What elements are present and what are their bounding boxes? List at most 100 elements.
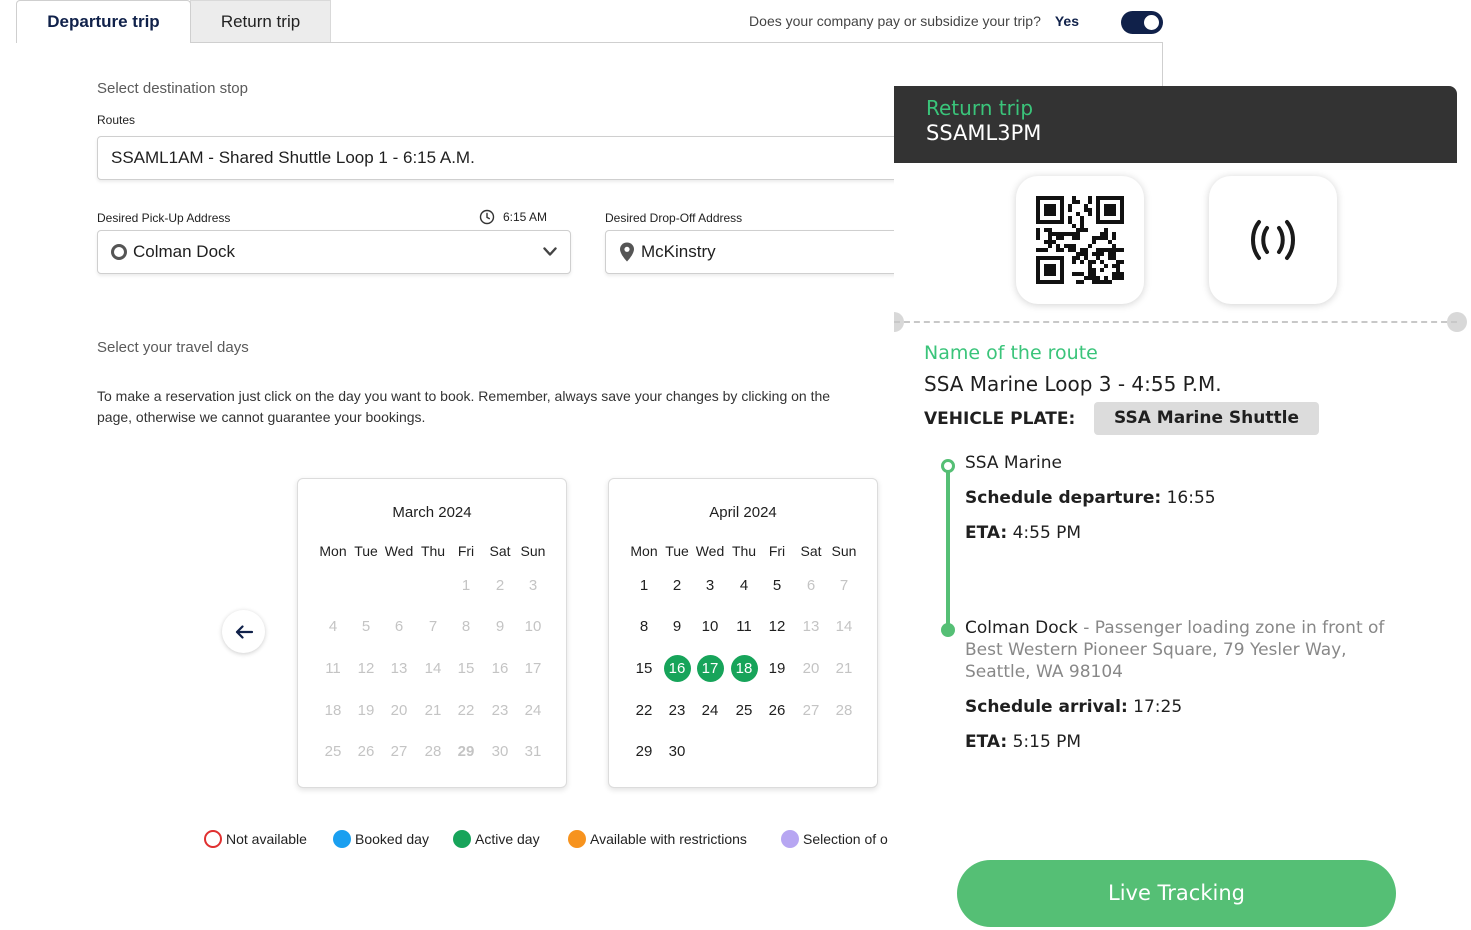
origin-eta: ETA: 4:55 PM — [965, 523, 1081, 543]
calendar-day[interactable]: 15 — [627, 656, 661, 682]
calendar-day[interactable]: 9 — [660, 614, 694, 640]
calendar-day[interactable]: 26 — [760, 698, 794, 724]
calendar-day: 13 — [390, 660, 408, 677]
chevron-down-icon[interactable] — [543, 247, 557, 257]
legend-label: Active day — [475, 831, 540, 847]
nfc-button[interactable] — [1209, 176, 1337, 304]
tab-return-trip[interactable]: Return trip — [190, 0, 331, 43]
calendar-april: April 2024 Mon Tue Wed Thu Fri Sat Sun 1 2 3 4 5 6 7 8… — [608, 478, 878, 788]
schedule-departure: Schedule departure: 16:55 — [965, 488, 1216, 508]
calendar-day[interactable]: 12 — [760, 614, 794, 640]
calendar-day: 9 — [495, 618, 505, 635]
vehicle-plate-label: VEHICLE PLATE: — [924, 409, 1076, 429]
calendar-day[interactable]: 5 — [760, 573, 794, 599]
routes-label: Routes — [97, 113, 136, 127]
ticket-route-code: SSAML3PM — [926, 121, 1042, 145]
legend-item: Selection of o — [781, 830, 888, 848]
destination-eta: ETA: 5:15 PM — [965, 732, 1081, 752]
origin-stop-name: SSA Marine — [965, 453, 1062, 473]
calendar-day: 20 — [390, 702, 408, 719]
calendar-day: 16 — [491, 660, 509, 677]
calendar-day[interactable]: 8 — [627, 614, 661, 640]
timeline-start-dot — [941, 459, 955, 473]
tab-departure-trip[interactable]: Departure trip — [16, 0, 191, 43]
calendar-day[interactable]: 25 — [727, 698, 761, 724]
route-select[interactable]: SSAML1AM - Shared Shuttle Loop 1 - 6:15 … — [97, 136, 917, 180]
calendar-day[interactable]: 30 — [660, 739, 694, 765]
calendar-day: 7 — [428, 618, 438, 635]
calendar-day[interactable]: 11 — [727, 614, 761, 640]
arrow-left-icon — [235, 624, 253, 639]
destination-desc-3: Seattle, WA 98104 — [965, 662, 1123, 682]
route-value: SSAML1AM - Shared Shuttle Loop 1 - 6:15 … — [111, 148, 475, 167]
live-tracking-button[interactable]: Live Tracking — [957, 860, 1396, 927]
calendar-day: 5 — [361, 618, 371, 635]
previous-month-button[interactable] — [222, 610, 265, 653]
calendar-day: 2 — [495, 577, 505, 594]
qr-code-icon — [1036, 196, 1124, 284]
toggle-knob — [1144, 15, 1159, 30]
route-name: SSA Marine Loop 3 - 4:55 P.M. — [924, 372, 1222, 396]
subsidy-toggle[interactable] — [1121, 11, 1163, 34]
calendar-day: 14 — [424, 660, 442, 677]
legend-item: Available with restrictions — [568, 830, 747, 848]
legend-dot — [781, 830, 799, 848]
legend-label: Booked day — [355, 831, 429, 847]
calendar-day: 28 — [835, 702, 853, 719]
destination-stop: Colman Dock - Passenger loading zone in … — [965, 617, 1384, 683]
schedule-arrival: Schedule arrival: 17:25 — [965, 697, 1182, 717]
calendar-day[interactable]: 1 — [627, 573, 661, 599]
calendar-days: 1 2 3 4 5 6 7 8 9 10 11 12 13 14 15 16 17 18 19 20 21 22 23 24 2… — [609, 479, 877, 787]
legend-label: Available with restrictions — [590, 831, 747, 847]
pickup-address-select[interactable]: Colman Dock — [97, 230, 571, 274]
calendar-day: 15 — [457, 660, 475, 677]
calendar-day: 10 — [524, 618, 542, 635]
calendar-day[interactable]: 10 — [693, 614, 727, 640]
ticket-panel: Return trip SSAML3PM Name of the route S… — [894, 86, 1471, 930]
arrival-value: 17:25 — [1133, 697, 1183, 717]
calendar-day: 29 — [457, 743, 475, 760]
calendar-day[interactable]: 4 — [727, 573, 761, 599]
calendar-day: 11 — [325, 660, 341, 677]
calendar-day: 14 — [835, 618, 853, 635]
calendar-day: 20 — [802, 660, 820, 677]
calendar-day[interactable]: 19 — [760, 656, 794, 682]
instructions-line-2: page, otherwise we cannot guarantee your… — [97, 409, 426, 425]
route-heading: Name of the route — [924, 342, 1098, 364]
calendar-day[interactable]: 3 — [693, 573, 727, 599]
qr-code-button[interactable] — [1016, 176, 1144, 304]
calendar-day: 25 — [324, 743, 342, 760]
calendar-day: 27 — [390, 743, 408, 760]
calendar-day[interactable]: 2 — [660, 573, 694, 599]
calendar-day[interactable]: 22 — [627, 698, 661, 724]
calendar-day: 19 — [357, 702, 375, 719]
calendar-day: 17 — [524, 660, 542, 677]
calendar-day: 28 — [424, 743, 442, 760]
calendar-day[interactable]: 17 — [693, 655, 727, 682]
calendar-day[interactable]: 29 — [627, 739, 661, 765]
destination-desc-2: Best Western Pioneer Square, 79 Yesler W… — [965, 640, 1347, 660]
calendar-day: 24 — [524, 702, 542, 719]
ticket-header: Return trip SSAML3PM — [894, 86, 1457, 163]
calendar-day[interactable]: 24 — [693, 698, 727, 724]
calendar-day: 21 — [424, 702, 442, 719]
calendar-day[interactable]: 16 — [660, 655, 694, 682]
destination-section-title: Select destination stop — [97, 80, 248, 97]
clock-icon — [479, 209, 495, 225]
subsidy-answer: Yes — [1054, 13, 1079, 29]
destination-desc-1: - Passenger loading zone in front of — [1077, 618, 1385, 638]
calendar-day: 27 — [802, 702, 820, 719]
calendar-day: 6 — [806, 577, 816, 594]
origin-circle-icon — [111, 244, 127, 260]
calendar-day: 8 — [461, 618, 471, 635]
eta-label: ETA: — [965, 523, 1008, 543]
calendar-day[interactable]: 23 — [660, 698, 694, 724]
timeline-line — [946, 469, 950, 629]
dropoff-address-value: McKinstry — [641, 242, 716, 261]
dropoff-address-select[interactable]: McKinstry — [605, 230, 917, 274]
calendar-day: 4 — [328, 618, 338, 635]
pickup-time: 6:15 AM — [479, 209, 547, 225]
legend-dot — [333, 830, 351, 848]
calendar-day: 31 — [524, 743, 542, 760]
calendar-day[interactable]: 18 — [727, 655, 761, 682]
